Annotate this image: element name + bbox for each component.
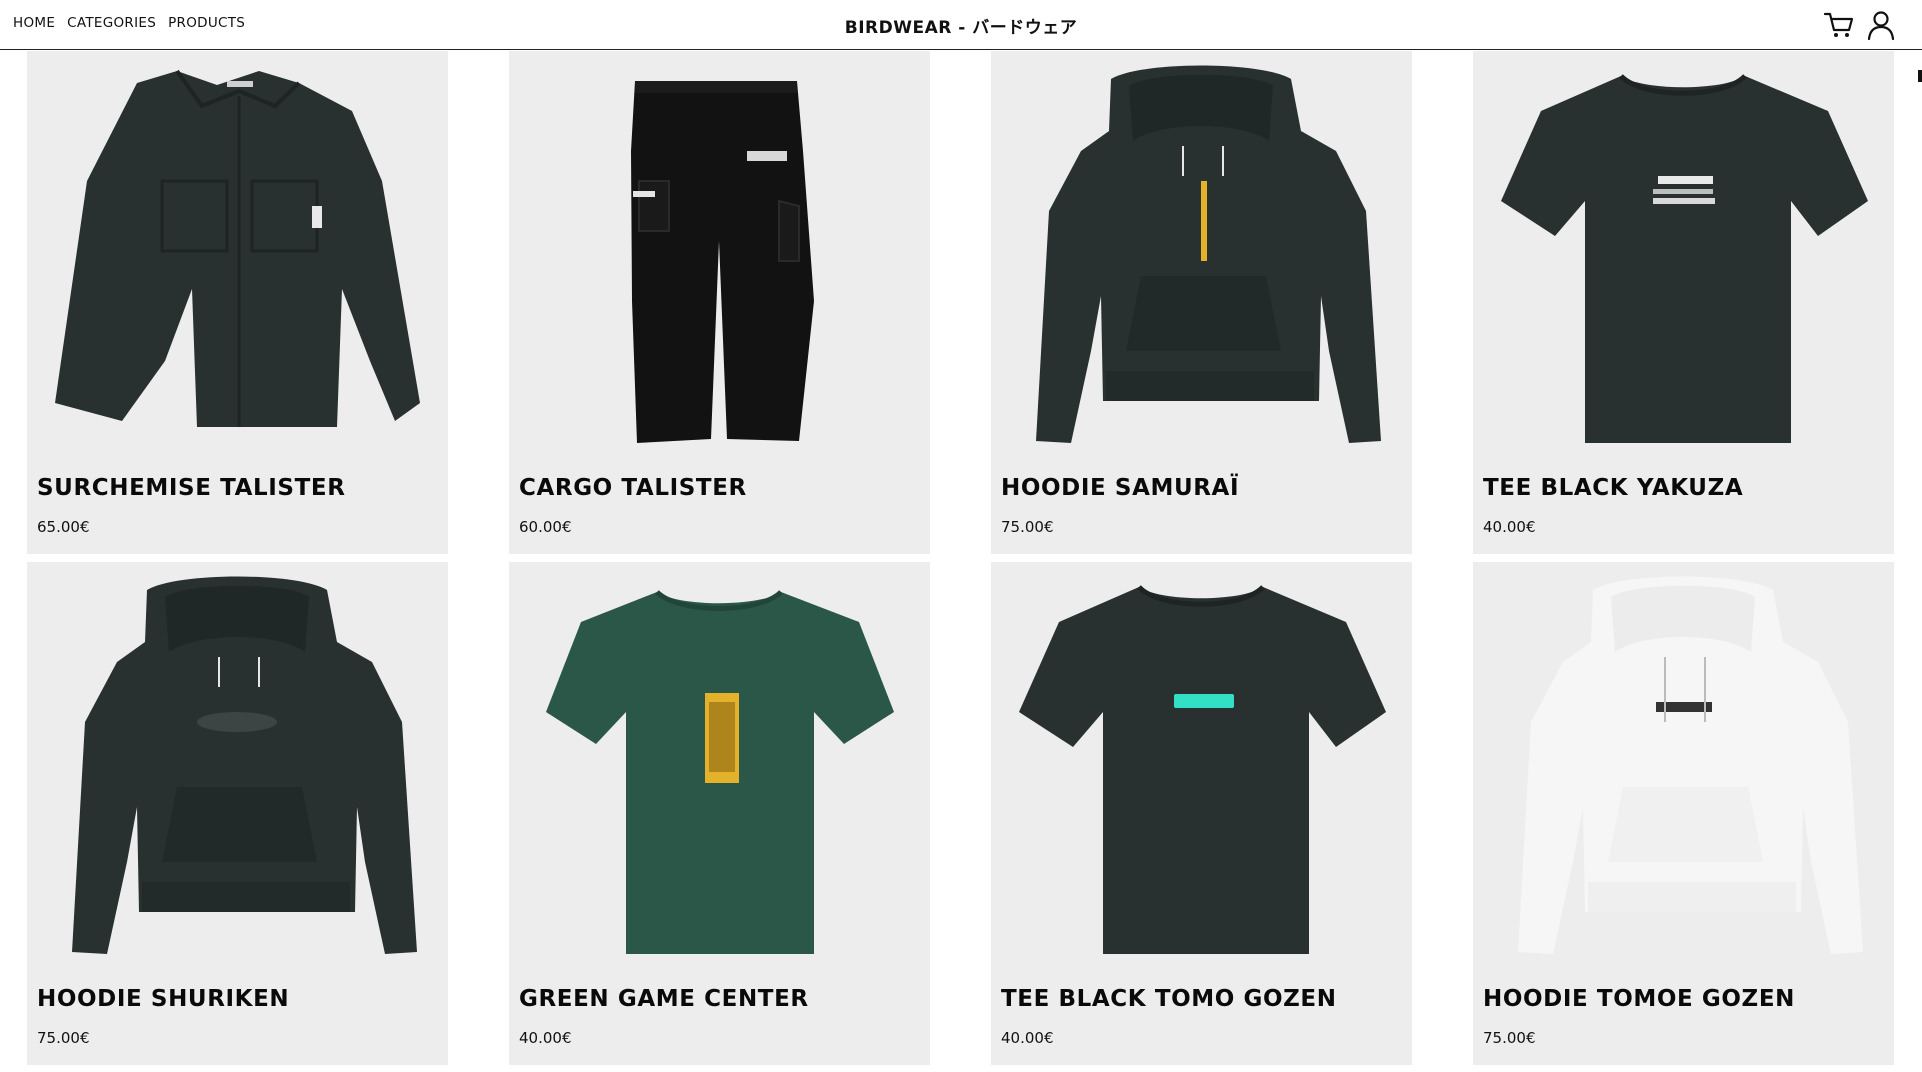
overshirt-icon [55, 69, 420, 427]
product-card[interactable]: TEE BLACK TOMO GOZEN 40.00€ [991, 562, 1412, 1065]
product-image [1473, 562, 1894, 972]
product-card[interactable]: CARGO TALISTER 60.00€ [509, 51, 930, 554]
product-name[interactable]: CARGO TALISTER [519, 475, 747, 501]
cart-icon [1823, 12, 1854, 37]
header-icons [1822, 8, 1922, 42]
product-card[interactable]: GREEN GAME CENTER 40.00€ [509, 562, 930, 1065]
user-icon [1867, 11, 1895, 41]
product-card[interactable]: HOODIE TOMOE GOZEN 75.00€ [1473, 562, 1894, 1065]
product-name[interactable]: TEE BLACK TOMO GOZEN [1001, 986, 1337, 1012]
brand-title[interactable]: BIRDWEAR - バードウェア [0, 13, 1922, 38]
product-image [1473, 51, 1894, 461]
hoodie-icon [1518, 576, 1863, 954]
product-price: 40.00€ [1001, 1029, 1054, 1047]
product-image [991, 562, 1412, 972]
product-name[interactable]: HOODIE SHURIKEN [37, 986, 289, 1012]
product-price: 40.00€ [519, 1029, 572, 1047]
scrollbar-thumb[interactable] [1918, 70, 1922, 82]
product-price: 60.00€ [519, 518, 572, 536]
product-image [27, 51, 448, 461]
product-name[interactable]: SURCHEMISE TALISTER [37, 475, 346, 501]
product-price: 75.00€ [1483, 1029, 1536, 1047]
product-name[interactable]: TEE BLACK YAKUZA [1483, 475, 1743, 501]
product-name[interactable]: GREEN GAME CENTER [519, 986, 809, 1012]
product-price: 75.00€ [1001, 518, 1054, 536]
product-card[interactable]: TEE BLACK YAKUZA 40.00€ [1473, 51, 1894, 554]
hoodie-icon [1036, 65, 1381, 443]
product-card[interactable]: HOODIE SAMURAÏ 75.00€ [991, 51, 1412, 554]
product-image [991, 51, 1412, 461]
product-image [27, 562, 448, 972]
product-price: 65.00€ [37, 518, 90, 536]
tshirt-icon [546, 590, 894, 954]
product-price: 75.00€ [37, 1029, 90, 1047]
hoodie-icon [72, 576, 417, 954]
product-card[interactable]: HOODIE SHURIKEN 75.00€ [27, 562, 448, 1065]
tshirt-icon [1501, 74, 1868, 443]
product-name[interactable]: HOODIE SAMURAÏ [1001, 475, 1239, 501]
product-price: 40.00€ [1483, 518, 1536, 536]
account-button[interactable] [1864, 8, 1898, 42]
cargo-pants-icon [631, 81, 814, 443]
product-card[interactable]: SURCHEMISE TALISTER 65.00€ [27, 51, 448, 554]
product-name[interactable]: HOODIE TOMOE GOZEN [1483, 986, 1795, 1012]
cart-button[interactable] [1822, 8, 1856, 42]
product-image [509, 562, 930, 972]
tshirt-icon [1019, 585, 1386, 954]
product-image [509, 51, 930, 461]
top-navigation-bar: HOME CATEGORIES PRODUCTS BIRDWEAR - バードウ… [0, 0, 1922, 50]
